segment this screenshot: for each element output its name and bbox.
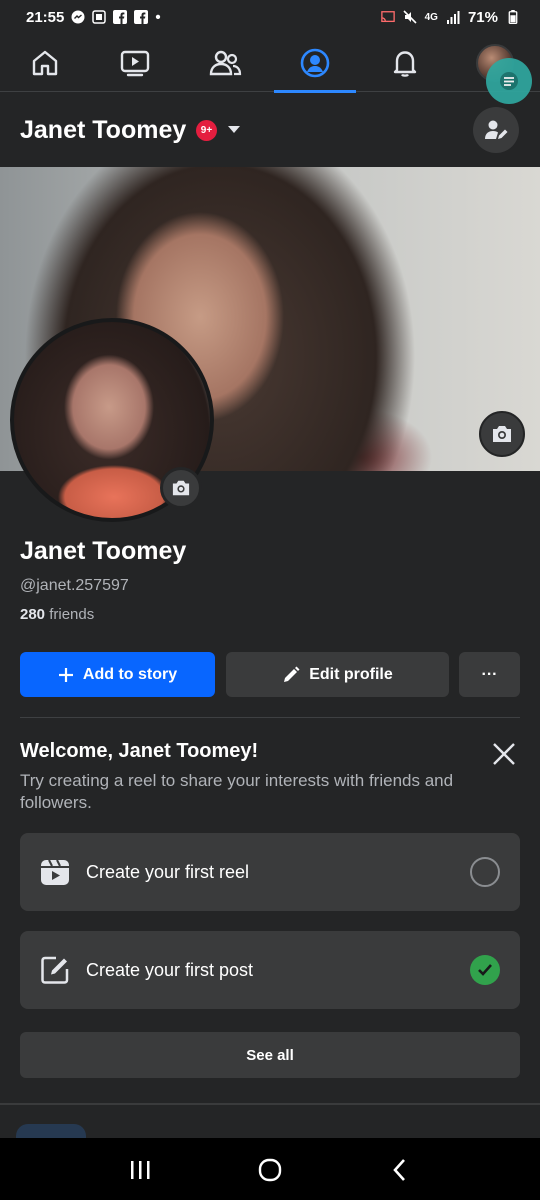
back-button[interactable]	[378, 1154, 422, 1186]
video-icon	[120, 50, 150, 77]
status-dot: •	[155, 8, 161, 26]
friends-label: friends	[49, 606, 95, 623]
section-separator	[0, 1103, 540, 1105]
checkmark-icon	[470, 955, 500, 985]
tab-notifications[interactable]	[360, 34, 450, 92]
friends-count[interactable]: 280 friends	[20, 606, 94, 623]
see-all-button[interactable]: See all	[20, 1032, 520, 1078]
task-create-reel[interactable]: Create your first reel	[20, 833, 520, 911]
close-icon	[493, 743, 515, 765]
recents-icon	[131, 1161, 150, 1179]
add-to-story-label: Add to story	[82, 665, 178, 683]
edit-profile-button[interactable]: Edit profile	[226, 652, 449, 697]
plus-icon	[58, 667, 73, 682]
system-navigation-bar	[0, 1138, 540, 1200]
friends-number: 280	[20, 606, 46, 623]
tab-video[interactable]	[90, 34, 180, 92]
divider	[20, 717, 520, 718]
edit-profile-label: Edit profile	[309, 665, 393, 683]
chat-icon	[500, 72, 518, 90]
welcome-subtitle: Try creating a reel to share your intere…	[20, 771, 454, 812]
profile-switcher-name[interactable]: Janet Toomey	[20, 116, 186, 145]
task-label: Create your first post	[86, 959, 254, 980]
battery-icon	[508, 10, 518, 24]
notification-badge: 9+	[196, 120, 217, 141]
welcome-title: Welcome, Janet Toomey!	[20, 740, 259, 762]
signal-icon	[446, 11, 460, 24]
profile-header: Janet Toomey 9+	[0, 92, 540, 167]
battery-percent: 71%	[467, 8, 498, 26]
person-edit-icon	[485, 120, 508, 139]
add-to-story-button[interactable]: Add to story	[20, 652, 215, 697]
switch-account-button[interactable]	[473, 107, 519, 153]
cast-icon	[380, 11, 395, 23]
task-create-post[interactable]: Create your first post	[20, 931, 520, 1009]
friends-icon	[209, 50, 242, 76]
status-bar: 21:55 • 4G 71%	[0, 0, 540, 34]
camera-icon	[172, 480, 190, 496]
app-notification-icon	[92, 10, 107, 24]
edit-profile-picture-button[interactable]	[160, 467, 202, 509]
close-welcome-button[interactable]	[488, 738, 520, 770]
more-options-icon: ···	[481, 665, 498, 683]
messenger-icon	[71, 10, 85, 24]
back-icon	[393, 1159, 405, 1181]
edit-cover-button[interactable]	[479, 411, 525, 457]
radio-unchecked-icon	[470, 857, 500, 887]
compose-icon	[41, 956, 69, 984]
camera-icon	[493, 426, 511, 442]
facebook-notification-icon	[134, 10, 149, 24]
tab-home[interactable]	[0, 34, 90, 92]
chevron-down-icon[interactable]	[228, 126, 240, 133]
home-icon	[32, 50, 58, 76]
profile-icon	[300, 48, 330, 78]
tab-profile[interactable]	[270, 34, 360, 93]
facebook-notification-icon	[113, 10, 128, 24]
status-time: 21:55	[26, 8, 65, 26]
mute-icon	[403, 10, 417, 24]
home-button[interactable]	[248, 1154, 292, 1186]
recents-button[interactable]	[118, 1154, 162, 1186]
profile-name: Janet Toomey	[20, 537, 187, 565]
task-label: Create your first reel	[86, 861, 250, 882]
tab-friends[interactable]	[180, 34, 270, 92]
profile-handle: @janet.257597	[20, 577, 129, 594]
pencil-icon	[284, 666, 300, 682]
home-circle-icon	[258, 1158, 282, 1182]
bell-icon	[393, 51, 417, 77]
top-navigation	[0, 34, 540, 93]
network-type: 4G	[424, 11, 438, 23]
reel-icon	[41, 859, 69, 885]
more-options-button[interactable]: ···	[459, 652, 520, 697]
